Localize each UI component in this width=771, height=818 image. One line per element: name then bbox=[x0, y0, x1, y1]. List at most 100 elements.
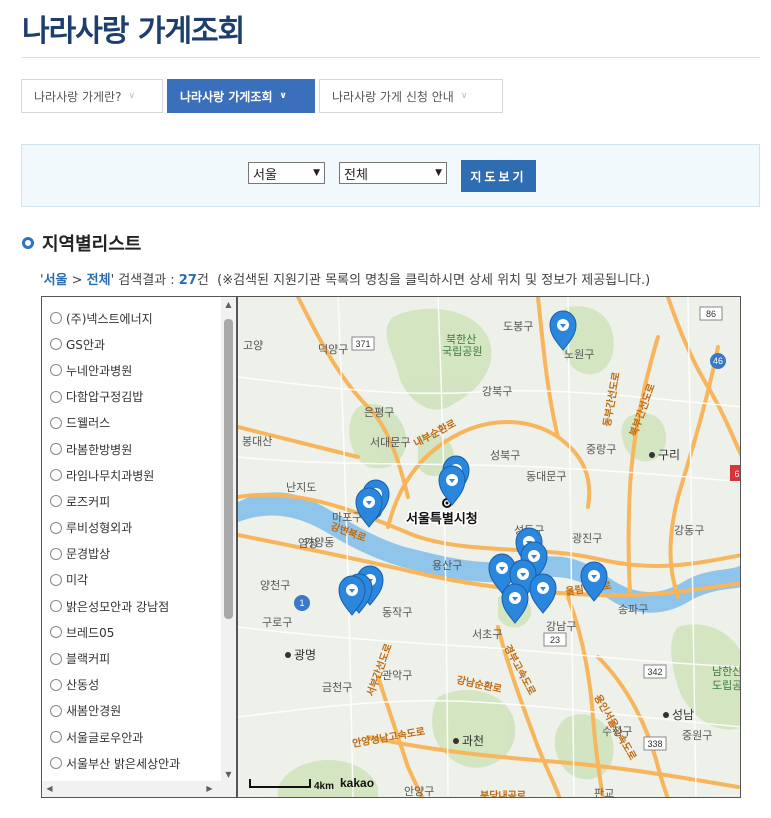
radio-icon[interactable] bbox=[50, 757, 62, 770]
label-seocho: 서초구 bbox=[472, 628, 502, 641]
tab-about-label: 나라사랑 가게란? bbox=[34, 89, 122, 104]
list-item-label: 다함압구정김밥 bbox=[66, 390, 144, 405]
scroll-left-icon[interactable]: ◀ bbox=[42, 784, 57, 793]
list-item-label: 서울부산 밝은세상안과 bbox=[66, 756, 181, 771]
list-item[interactable]: 다함압구정김밥 bbox=[42, 384, 222, 410]
label-pangyo: 판교 bbox=[594, 787, 614, 798]
map-canvas[interactable]: 내부순환로 북부간선도로 동부간선도로 올림픽대로 강변북로 경부고속도로 강남… bbox=[238, 297, 741, 798]
horizontal-scrollbar[interactable]: ◀ ▶ bbox=[42, 781, 236, 797]
list-item[interactable]: 새봄안경원 bbox=[42, 698, 222, 724]
list-item[interactable]: 블랙커피 bbox=[42, 645, 222, 671]
tab-apply-guide[interactable]: 나라사랑 가게 신청 안내 ∨ bbox=[319, 79, 503, 113]
chevron-down-icon: ∨ bbox=[279, 91, 287, 101]
label-anyang: 안양구 bbox=[404, 785, 434, 798]
radio-icon[interactable] bbox=[50, 312, 62, 325]
list-item-label: 브레드05 bbox=[66, 625, 115, 640]
title-divider bbox=[22, 57, 760, 58]
label-jungnang: 중랑구 bbox=[586, 443, 616, 456]
list-item-label: GS안과 bbox=[66, 337, 105, 352]
label-gwacheon: 과천 bbox=[462, 733, 484, 748]
map-view[interactable]: 내부순환로 북부간선도로 동부간선도로 올림픽대로 강변북로 경부고속도로 강남… bbox=[237, 296, 741, 798]
scroll-up-icon[interactable]: ▲ bbox=[221, 300, 236, 309]
list-item[interactable]: 로즈커피 bbox=[42, 488, 222, 514]
list-item-label: 문경밥상 bbox=[66, 547, 111, 562]
radio-icon[interactable] bbox=[50, 731, 62, 744]
route-46: 46 bbox=[713, 356, 723, 366]
radio-icon[interactable] bbox=[50, 390, 62, 403]
radio-icon[interactable] bbox=[50, 626, 62, 639]
list-item[interactable]: 산동성 bbox=[42, 672, 222, 698]
label-yangcheon: 양천구 bbox=[260, 578, 290, 592]
label-deogyang: 덕양구 bbox=[318, 343, 348, 356]
list-item-label: 블랙커피 bbox=[66, 652, 111, 667]
label-dongjak: 동작구 bbox=[382, 606, 412, 619]
list-item[interactable]: 서울글로우안과 bbox=[42, 724, 222, 750]
radio-icon[interactable] bbox=[50, 652, 62, 665]
scroll-right-icon[interactable]: ▶ bbox=[202, 784, 217, 793]
label-dobong: 도봉구 bbox=[503, 320, 533, 333]
list-item[interactable]: 문경밥상 bbox=[42, 541, 222, 567]
radio-icon[interactable] bbox=[50, 547, 62, 560]
result-unit: 건 bbox=[196, 273, 209, 288]
list-item[interactable]: 라봄한방병원 bbox=[42, 436, 222, 462]
label-seongnam: 성남 bbox=[672, 708, 694, 722]
route-86: 86 bbox=[706, 309, 716, 319]
district-select-value: 전체 bbox=[344, 167, 368, 183]
route-6: 6 bbox=[734, 469, 739, 479]
scrollbar-thumb[interactable] bbox=[224, 319, 233, 619]
list-item-label: 라봄한방병원 bbox=[66, 442, 133, 457]
kakao-logo: kakao bbox=[340, 776, 374, 790]
label-eunpyeong: 은평구 bbox=[364, 406, 394, 419]
vertical-scrollbar[interactable]: ▲ ▼ bbox=[221, 297, 236, 782]
list-item-label: 라임나무치과병원 bbox=[66, 468, 155, 483]
list-item-label: 서울글로우안과 bbox=[66, 730, 144, 745]
list-item-label: 루비성형외과 bbox=[66, 521, 133, 536]
page-title: 나라사랑 가게조회 bbox=[22, 14, 245, 49]
scroll-down-icon[interactable]: ▼ bbox=[221, 770, 236, 779]
list-item-label: 로즈커피 bbox=[66, 494, 111, 509]
result-sep: > bbox=[67, 273, 87, 288]
radio-icon[interactable] bbox=[50, 364, 62, 377]
store-list[interactable]: (주)넥스트에너지 GS안과누네안과병원다함압구정김밥드웰러스라봄한방병원라임나무… bbox=[41, 296, 237, 798]
list-item-label: 드웰러스 bbox=[66, 416, 111, 431]
chevron-down-icon: ∨ bbox=[460, 91, 468, 101]
label-nanjido: 난지도 bbox=[286, 481, 316, 494]
label-bukhansan-park: 국립공원 bbox=[442, 345, 482, 358]
label-guro: 구로구 bbox=[262, 617, 292, 629]
radio-icon[interactable] bbox=[50, 600, 62, 613]
view-map-button[interactable]: 지도보기 bbox=[461, 160, 536, 192]
radio-icon[interactable] bbox=[50, 469, 62, 482]
tab-store-search[interactable]: 나라사랑 가게조회 ∨ bbox=[167, 79, 315, 113]
route-1: 1 bbox=[299, 598, 304, 608]
label-nowon: 노원구 bbox=[564, 348, 594, 361]
city-select[interactable]: 서울 ▼ bbox=[248, 162, 325, 184]
label-goyang: 고양 bbox=[243, 339, 263, 352]
list-item[interactable]: 누네안과병원 bbox=[42, 357, 222, 383]
list-item-label: 누네안과병원 bbox=[66, 363, 133, 378]
list-item[interactable]: 루비성형외과 bbox=[42, 515, 222, 541]
route-338: 338 bbox=[647, 739, 662, 749]
list-item[interactable]: 드웰러스 bbox=[42, 410, 222, 436]
tab-apply-guide-label: 나라사랑 가게 신청 안내 bbox=[332, 89, 454, 104]
list-item-label: 밝은성모안과 강남점 bbox=[66, 599, 170, 614]
label-seodaemun: 서대문구 bbox=[370, 436, 410, 449]
radio-icon[interactable] bbox=[50, 338, 62, 351]
list-item[interactable]: 밝은성모안과 강남점 bbox=[42, 593, 222, 619]
chevron-down-icon: ∨ bbox=[128, 91, 136, 101]
radio-icon[interactable] bbox=[50, 704, 62, 717]
list-item[interactable]: 브레드05 bbox=[42, 619, 222, 645]
radio-icon[interactable] bbox=[50, 573, 62, 586]
radio-icon[interactable] bbox=[50, 521, 62, 534]
district-select[interactable]: 전체 ▼ bbox=[339, 162, 447, 184]
label-mapo: 마포구 bbox=[332, 511, 362, 524]
tab-about[interactable]: 나라사랑 가게란? ∨ bbox=[21, 79, 163, 113]
radio-icon[interactable] bbox=[50, 443, 62, 456]
list-item[interactable]: (주)넥스트에너지 bbox=[42, 305, 222, 331]
list-item[interactable]: GS안과 bbox=[42, 331, 222, 357]
radio-icon[interactable] bbox=[50, 678, 62, 691]
radio-icon[interactable] bbox=[50, 495, 62, 508]
list-item[interactable]: 서울부산 밝은세상안과 bbox=[42, 750, 222, 776]
list-item[interactable]: 미각 bbox=[42, 567, 222, 593]
list-item[interactable]: 라임나무치과병원 bbox=[42, 462, 222, 488]
radio-icon[interactable] bbox=[50, 416, 62, 429]
